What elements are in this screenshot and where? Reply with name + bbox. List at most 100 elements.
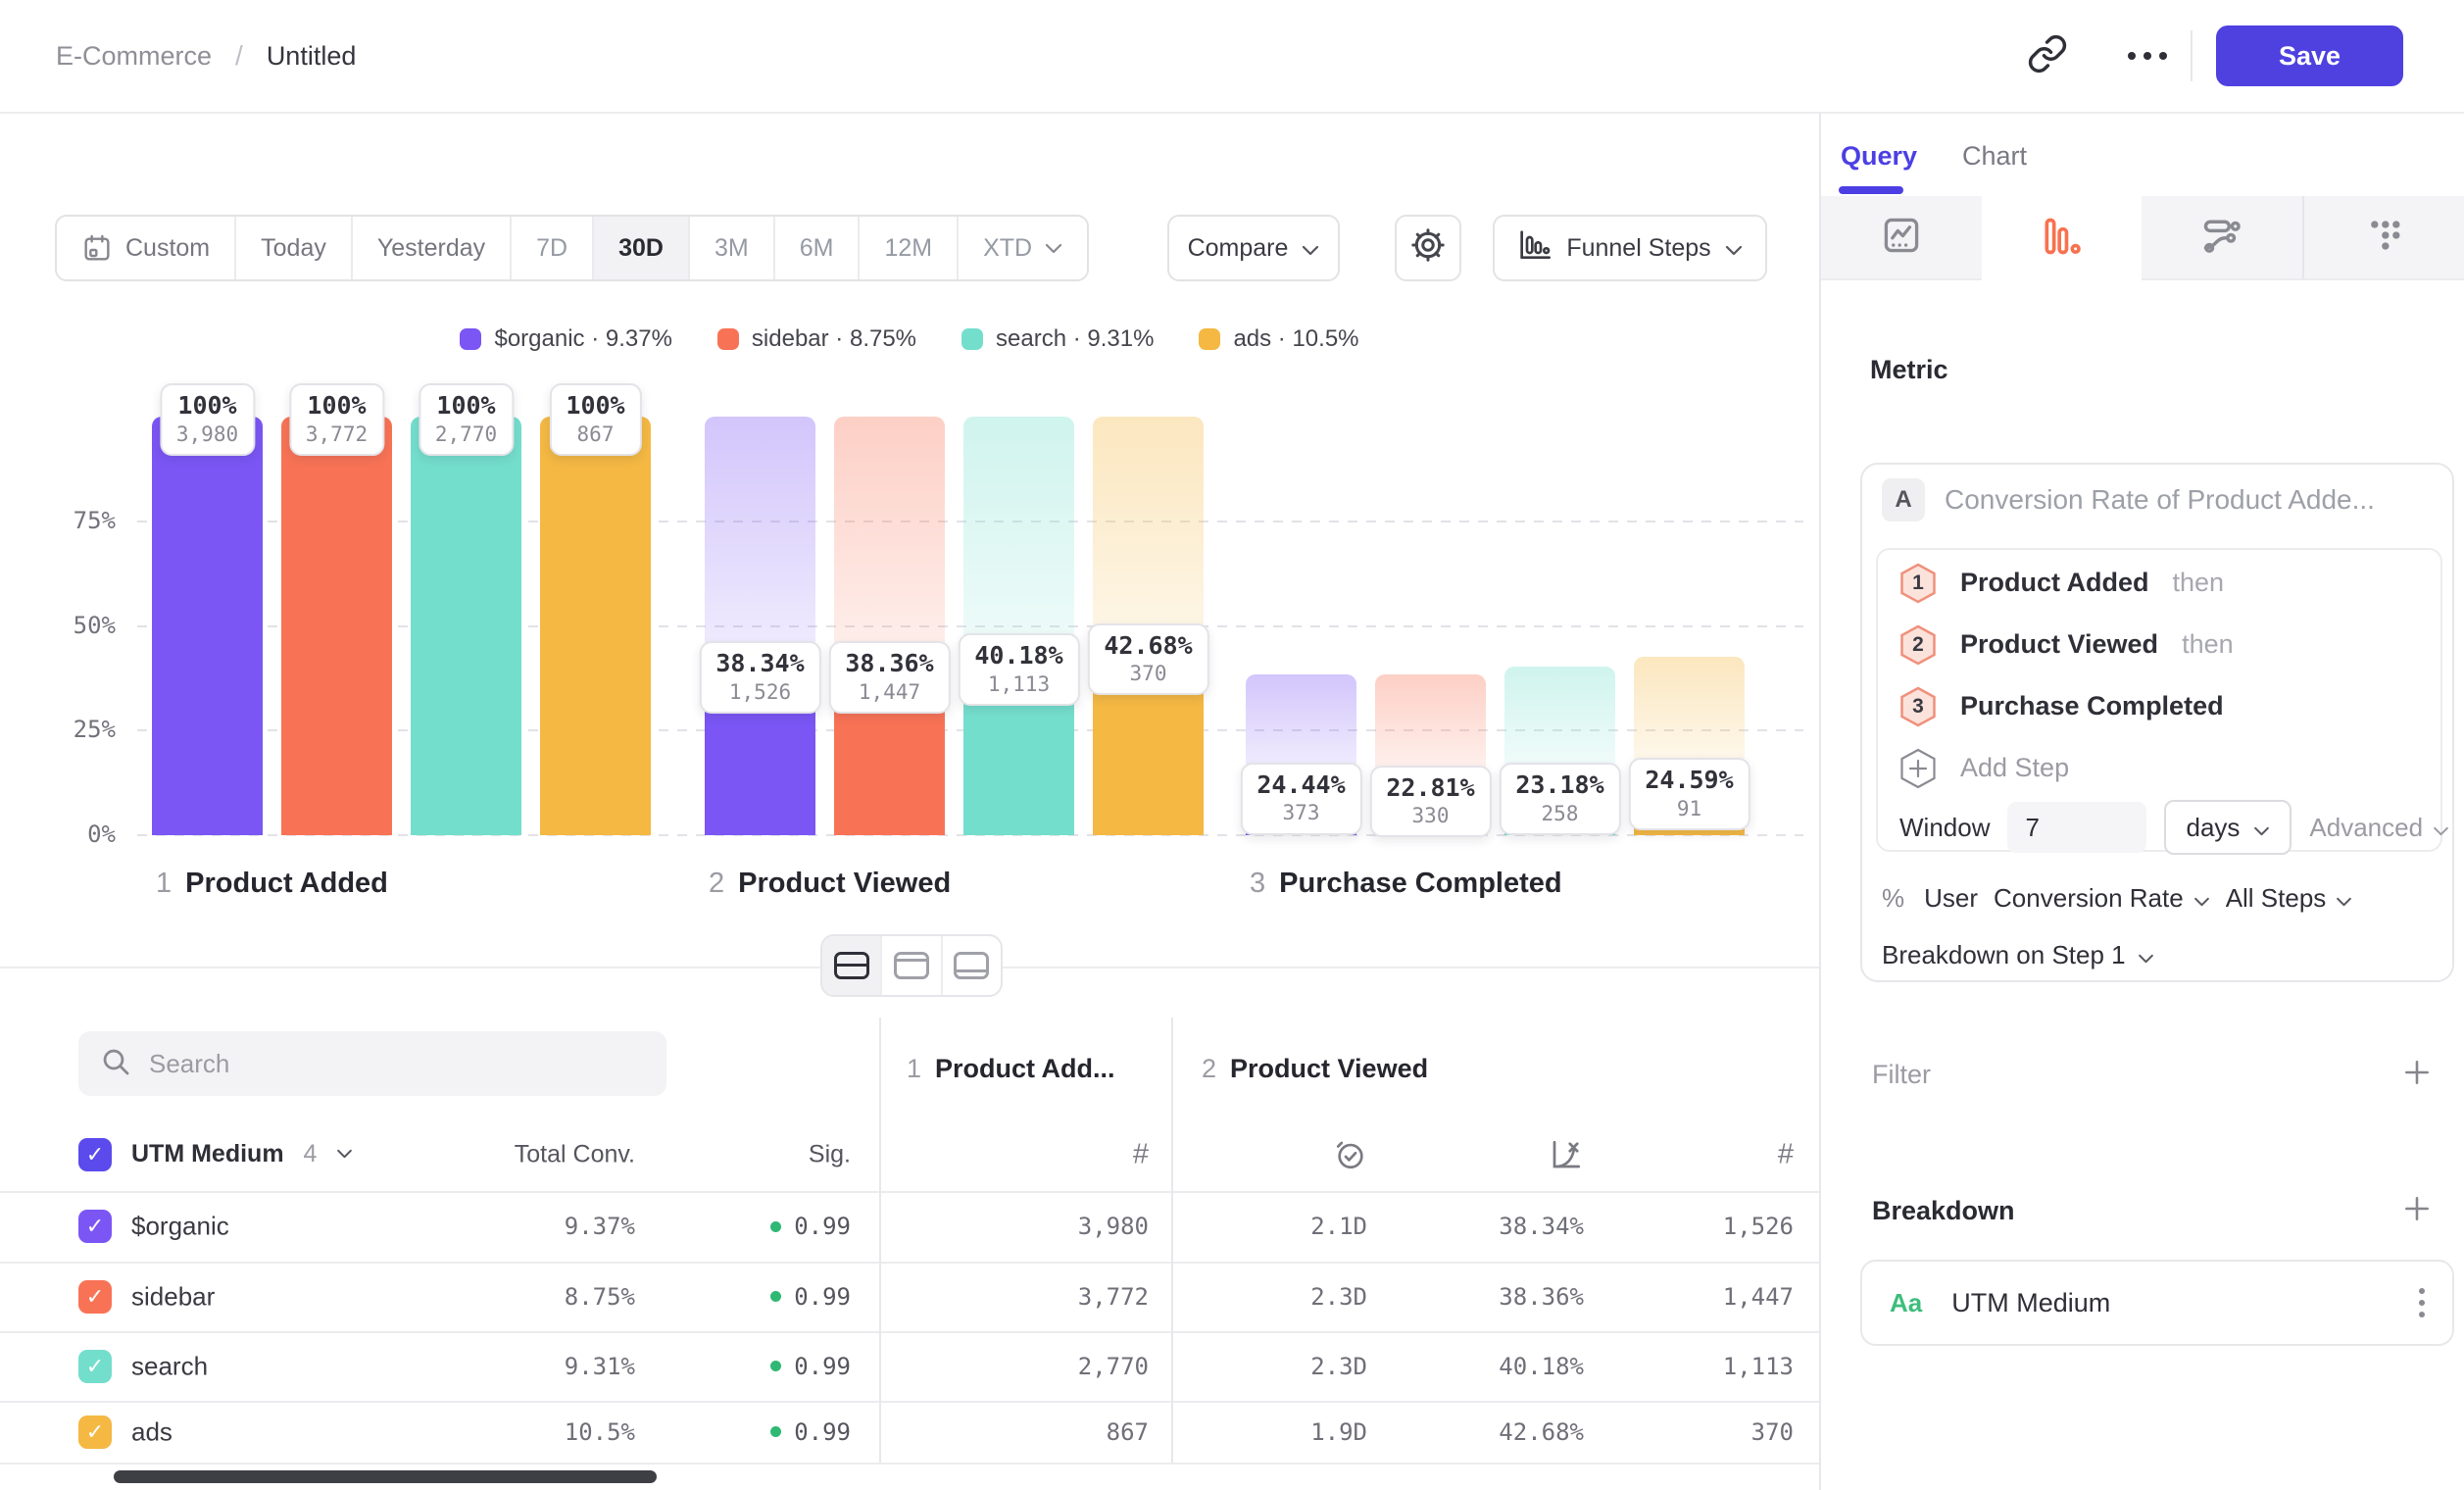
range-6m-button[interactable]: 6M	[775, 217, 861, 279]
window-value-input[interactable]	[2007, 802, 2146, 853]
measure-entity[interactable]: User	[1924, 883, 1978, 914]
breakdown-on-label: Breakdown on Step 1	[1882, 940, 2126, 970]
metric-section-heading: Metric	[1870, 355, 1948, 385]
chart-settings-button[interactable]	[1395, 215, 1461, 281]
share-link-button[interactable]	[2016, 25, 2079, 87]
range-yesterday-button[interactable]: Yesterday	[353, 217, 512, 279]
breakdown-options-button[interactable]	[2419, 1288, 2425, 1317]
breakdown-column-header[interactable]: ✓ UTM Medium 4	[78, 1138, 353, 1171]
layout-view-toggle	[820, 934, 1003, 997]
utm-medium-label: UTM Medium	[131, 1140, 284, 1168]
range-12m-button[interactable]: 12M	[860, 217, 959, 279]
step-event-name: Purchase Completed	[1960, 691, 2224, 721]
breakdown-search[interactable]	[78, 1031, 666, 1096]
advanced-dropdown[interactable]: Advanced	[2309, 813, 2449, 843]
y-axis-tick: 50%	[35, 612, 116, 639]
viewed-conversion-rate: 38.34%	[1499, 1213, 1584, 1240]
chevron-down-icon	[1725, 234, 1743, 263]
legend-item-search[interactable]: search · 9.31%	[961, 325, 1154, 353]
table-row-ads[interactable]: ✓ads10.5%0.998671.9D42.68%370	[0, 1401, 1819, 1463]
measure-scope-label: All Steps	[2226, 883, 2327, 914]
significance-dot	[770, 1361, 781, 1371]
row-checkbox[interactable]: ✓	[78, 1210, 112, 1243]
flows-report-tab[interactable]	[2142, 196, 2302, 280]
viewed-conversion-rate: 40.18%	[1499, 1353, 1584, 1380]
top-bar: E-Commerce / Untitled Save	[0, 0, 2464, 112]
metric-title-row[interactable]: A Conversion Rate of Product Adde...	[1882, 478, 2375, 522]
retention-icon	[2362, 214, 2405, 262]
bar-conversion-pct: 24.59%	[1645, 765, 1733, 797]
count-column-icon[interactable]: #	[1133, 1138, 1149, 1170]
query-step-3[interactable]: 3Purchase Completed	[1899, 675, 2419, 737]
row-name: sidebar	[131, 1281, 215, 1312]
row-checkbox[interactable]: ✓	[78, 1416, 112, 1449]
bar-step1-sidebar[interactable]	[281, 417, 392, 835]
window-unit-dropdown[interactable]: days	[2164, 800, 2292, 855]
table-row-sidebar[interactable]: ✓sidebar8.75%0.993,7722.3D38.36%1,447	[0, 1262, 1819, 1331]
select-all-checkbox[interactable]: ✓	[78, 1138, 112, 1171]
table-row-organic[interactable]: ✓$organic9.37%0.993,9802.1D38.34%1,526	[0, 1191, 1819, 1262]
chevron-down-icon	[2336, 883, 2352, 914]
tab-chart[interactable]: Chart	[1962, 141, 2027, 172]
viewed-count: 1,113	[1723, 1353, 1794, 1380]
tab-query[interactable]: Query	[1841, 141, 1917, 172]
legend-label: sidebar · 8.75%	[752, 325, 916, 353]
report-canvas: CustomTodayYesterday7D30D3M6M12MXTD Comp…	[0, 114, 1819, 1490]
legend-swatch	[460, 328, 481, 350]
y-axis-tick: 25%	[35, 716, 116, 743]
measure-metric-dropdown[interactable]: Conversion Rate	[1994, 883, 2210, 914]
row-checkbox[interactable]: ✓	[78, 1350, 112, 1383]
sig-number: 0.99	[794, 1353, 851, 1380]
bar-tooltip-step2-$organic: 38.34%1,526	[699, 641, 820, 714]
add-breakdown-button[interactable]	[2401, 1193, 2433, 1229]
funnels-report-tab[interactable]	[1982, 196, 2143, 280]
legend-item-ads[interactable]: ads · 10.5%	[1199, 325, 1358, 353]
insights-report-tab[interactable]	[1821, 196, 1982, 280]
retention-report-tab[interactable]	[2302, 196, 2464, 280]
query-step-2[interactable]: 2Product Viewedthen	[1899, 614, 2419, 675]
legend-label: $organic · 9.37%	[494, 325, 671, 353]
view-split-button[interactable]	[822, 936, 882, 995]
conversion-rate-column-icon[interactable]	[1549, 1137, 1584, 1172]
row-name: search	[131, 1351, 208, 1381]
query-step-1[interactable]: 1Product Addedthen	[1899, 552, 2419, 614]
add-step-button[interactable]: Add Step	[1899, 737, 2419, 799]
range-30d-button[interactable]: 30D	[594, 217, 690, 279]
breakdown-on-step-dropdown[interactable]: Breakdown on Step 1	[1882, 933, 2154, 976]
chart-type-selector[interactable]: Funnel Steps	[1493, 215, 1767, 281]
search-input[interactable]	[147, 1048, 645, 1080]
more-menu-button[interactable]	[2116, 25, 2179, 87]
compare-button[interactable]: Compare	[1167, 215, 1340, 281]
count-column-icon[interactable]: #	[1778, 1138, 1794, 1170]
breadcrumb-project[interactable]: E-Commerce	[56, 41, 212, 72]
horizontal-scrollbar[interactable]	[114, 1470, 657, 1483]
range-custom-button[interactable]: Custom	[57, 217, 236, 279]
range-today-button[interactable]: Today	[236, 217, 353, 279]
range-7d-button[interactable]: 7D	[512, 217, 594, 279]
bar-count: 1,447	[845, 680, 933, 705]
range-xtd-button[interactable]: XTD	[959, 217, 1087, 279]
step-number-hexagon: 2	[1899, 624, 1937, 666]
breakdown-label: Breakdown	[1872, 1196, 2015, 1226]
table-row-search[interactable]: ✓search9.31%0.992,7702.3D40.18%1,113	[0, 1331, 1819, 1401]
bar-conversion-pct: 100%	[435, 390, 497, 422]
view-table-only-button[interactable]	[943, 936, 1001, 995]
sig-column-header[interactable]: Sig.	[809, 1140, 851, 1168]
measure-scope-dropdown[interactable]: All Steps	[2226, 883, 2353, 914]
legend-item-organic[interactable]: $organic · 9.37%	[460, 325, 671, 353]
sig-number: 0.99	[794, 1213, 851, 1240]
bar-step1-search[interactable]	[411, 417, 521, 835]
breakdown-property-card[interactable]: Aa UTM Medium	[1860, 1260, 2454, 1346]
add-filter-button[interactable]	[2401, 1057, 2433, 1093]
save-button[interactable]: Save	[2216, 25, 2403, 86]
row-checkbox[interactable]: ✓	[78, 1280, 112, 1314]
table-group-product-viewed: 2 Product Viewed	[1202, 1054, 1428, 1093]
view-chart-only-button[interactable]	[882, 936, 942, 995]
bar-step1-$organic[interactable]	[152, 417, 263, 835]
total-conv-column-header[interactable]: Total Conv.	[515, 1140, 635, 1168]
breadcrumb-page-title[interactable]: Untitled	[267, 41, 357, 72]
range-3m-button[interactable]: 3M	[690, 217, 775, 279]
legend-item-sidebar[interactable]: sidebar · 8.75%	[717, 325, 916, 353]
time-to-convert-column-icon[interactable]	[1334, 1138, 1367, 1171]
bar-step1-ads[interactable]	[540, 417, 651, 835]
